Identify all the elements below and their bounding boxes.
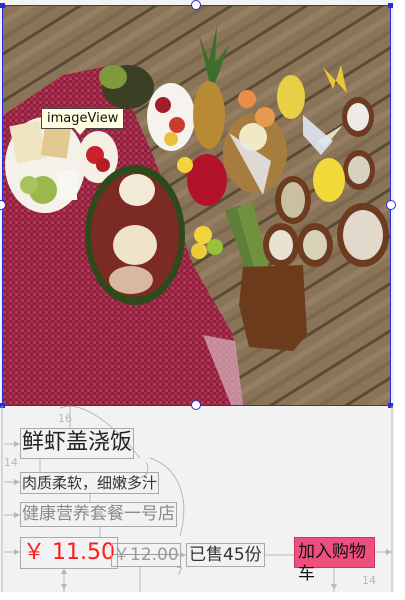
corner-handle-icon[interactable] [0, 403, 5, 408]
lemon-4 [191, 243, 207, 259]
cheese-center-2 [113, 225, 157, 265]
pineapple [193, 81, 225, 149]
apple-2 [169, 117, 185, 133]
add-to-cart-button[interactable]: 加入购物车 [294, 537, 375, 584]
peach [255, 107, 275, 127]
raspberries [187, 154, 227, 206]
original-price-label[interactable]: ￥12.00 [111, 543, 181, 567]
right-handle-icon[interactable] [386, 200, 396, 210]
top-handle-icon[interactable] [191, 0, 201, 10]
small-dip [347, 103, 369, 131]
green-grapes [99, 65, 127, 89]
grapes-2 [20, 176, 38, 194]
salad [281, 182, 305, 218]
strawberries-2 [96, 158, 110, 172]
lemon-3 [194, 226, 212, 244]
view-id-tooltip: imageView [41, 108, 125, 135]
lime [207, 239, 223, 255]
dish-image-view[interactable] [3, 5, 391, 405]
small-salad [348, 156, 370, 184]
lemon-2 [177, 157, 193, 173]
sold-count-label[interactable]: 已售45份 [186, 543, 265, 567]
corner-handle-icon[interactable] [388, 3, 393, 8]
apple [155, 97, 171, 113]
cheese-center [119, 174, 155, 206]
canvas-bottom-edge [0, 592, 405, 600]
price-label[interactable]: ￥ 11.50 [20, 537, 118, 569]
dish-title-label[interactable]: 鲜虾盖浇饭 [20, 428, 135, 459]
picnic-photo [3, 5, 391, 405]
peach-2 [238, 90, 256, 108]
ham-slices [109, 266, 153, 294]
corner-handle-icon[interactable] [0, 3, 5, 8]
lemon [164, 132, 178, 146]
cutting-board [239, 265, 307, 351]
potato-salad [343, 210, 383, 260]
bottom-handle-icon[interactable] [191, 400, 201, 410]
dish-description-label[interactable]: 肉质柔软，细嫩多汁 [20, 472, 160, 494]
dip [269, 230, 293, 260]
canvas-edge [394, 0, 405, 600]
corner-handle-icon[interactable] [388, 403, 393, 408]
pasta-salad [303, 230, 327, 260]
cantaloupe [277, 75, 305, 119]
napkin [57, 170, 77, 200]
yellow-plate [313, 158, 345, 202]
shop-name-label[interactable]: 健康营养套餐一号店 [20, 502, 177, 527]
